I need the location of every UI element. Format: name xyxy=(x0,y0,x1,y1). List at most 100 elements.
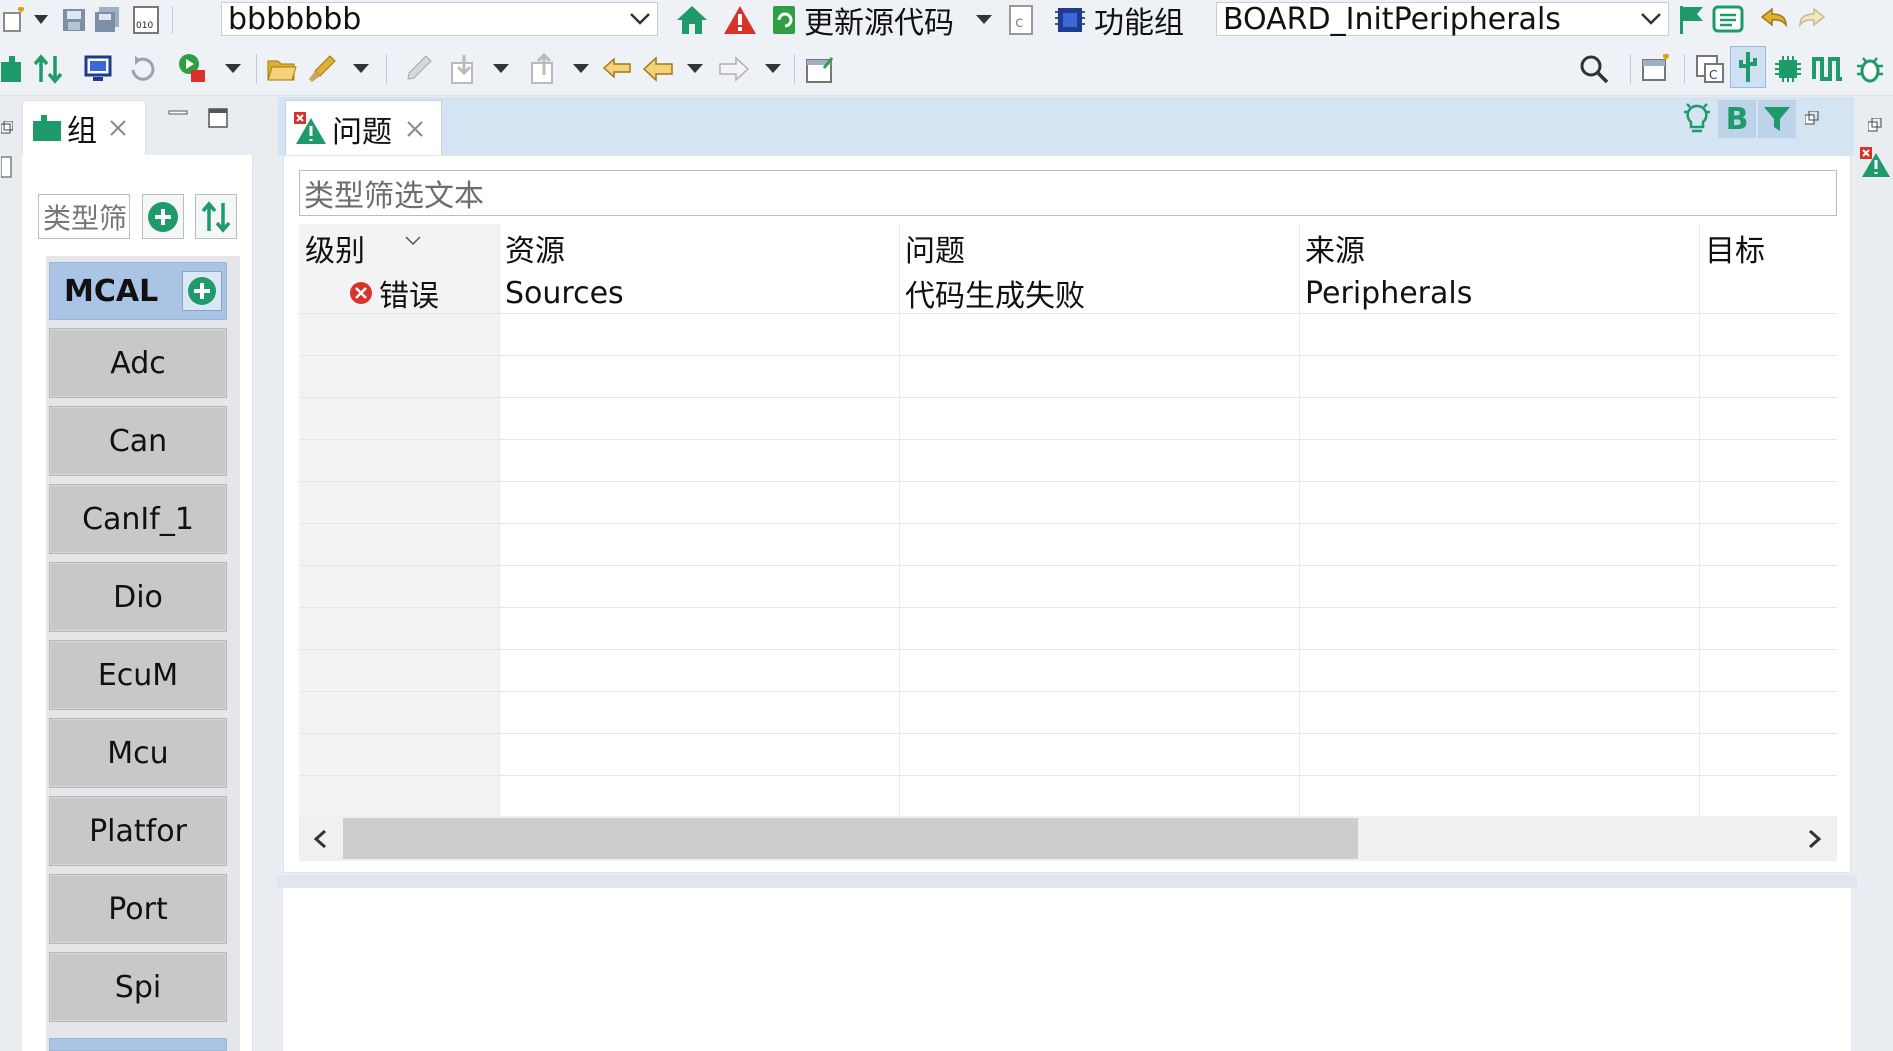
restore-icon[interactable] xyxy=(1802,108,1822,128)
debug-run-icon[interactable] xyxy=(176,50,210,86)
dropdown-arrow-icon[interactable] xyxy=(350,52,372,86)
console-icon[interactable] xyxy=(1710,2,1746,38)
open-folder-icon[interactable] xyxy=(264,52,300,86)
next-category[interactable] xyxy=(49,1038,227,1051)
dropdown-arrow-icon[interactable] xyxy=(762,52,784,86)
add-component-button[interactable] xyxy=(142,194,184,239)
clocks-perspective-icon[interactable] xyxy=(1810,50,1846,88)
import-icon[interactable] xyxy=(446,52,482,86)
module-item[interactable]: EcuM xyxy=(49,640,227,710)
warning-icon[interactable] xyxy=(722,2,758,38)
open-perspective-icon[interactable] xyxy=(1638,50,1674,88)
module-item[interactable]: Adc xyxy=(49,328,227,398)
dropdown-arrow-icon[interactable] xyxy=(972,4,996,36)
new-file-icon[interactable] xyxy=(0,4,30,36)
debug-bug-icon[interactable] xyxy=(1852,50,1888,88)
home-icon[interactable] xyxy=(674,2,710,38)
maximize-icon[interactable] xyxy=(206,106,230,130)
pin-editor-icon[interactable] xyxy=(802,52,838,86)
close-icon[interactable] xyxy=(109,119,127,137)
module-item[interactable]: Dio xyxy=(49,562,227,632)
module-item[interactable]: CanIf_1 xyxy=(49,484,227,554)
category-mcal[interactable]: MCAL xyxy=(49,262,227,320)
pins-perspective-icon[interactable] xyxy=(1730,46,1766,88)
sort-button[interactable] xyxy=(195,194,237,239)
project-combo-value: bbbbbbb xyxy=(228,1,362,37)
module-item[interactable]: Can xyxy=(49,406,227,476)
scroll-right-icon[interactable] xyxy=(1800,822,1830,856)
function-group-value: BOARD_InitPeripherals xyxy=(1223,1,1561,37)
plugin-icon[interactable] xyxy=(0,52,22,86)
sort-descending-icon xyxy=(405,236,421,246)
refresh-icon[interactable] xyxy=(124,52,160,86)
component-filter-input[interactable]: 类型筛 xyxy=(38,194,130,239)
table-row[interactable]: 错误 Sources 代码生成失败 Peripherals xyxy=(299,272,1837,314)
table-row-empty xyxy=(299,566,1837,608)
undo-icon[interactable] xyxy=(1756,2,1792,38)
project-combo[interactable]: bbbbbbb xyxy=(221,1,658,37)
chevron-down-icon[interactable] xyxy=(1634,3,1668,35)
pen-icon[interactable] xyxy=(400,52,436,86)
add-module-button[interactable] xyxy=(182,271,222,311)
back-icon[interactable] xyxy=(640,52,676,86)
sort-icon[interactable] xyxy=(30,52,66,86)
tab-components[interactable]: 组 xyxy=(22,100,146,155)
function-group-combo[interactable]: BOARD_InitPeripherals xyxy=(1216,1,1669,37)
redo-icon[interactable] xyxy=(1794,2,1830,38)
svg-text:c: c xyxy=(1015,13,1023,31)
restore-icon[interactable] xyxy=(1865,115,1885,135)
chip-icon[interactable] xyxy=(1052,2,1088,38)
restore-icon[interactable] xyxy=(0,119,14,137)
search-icon[interactable] xyxy=(1574,50,1614,88)
table-row-empty xyxy=(299,314,1837,356)
column-header-resource[interactable]: 资源 xyxy=(499,224,899,272)
export-icon[interactable] xyxy=(526,52,562,86)
column-header-origin[interactable]: 来源 xyxy=(1299,224,1699,272)
update-code-icon[interactable] xyxy=(768,2,800,38)
column-header-target[interactable]: 目标 xyxy=(1699,224,1837,272)
chevron-down-icon[interactable] xyxy=(623,3,657,35)
module-item[interactable]: Spi xyxy=(49,952,227,1022)
binary-file-icon[interactable]: 010 xyxy=(130,4,162,36)
scrollbar-thumb[interactable] xyxy=(343,818,1358,859)
tab-problems-label: 问题 xyxy=(332,115,392,150)
dropdown-arrow-icon[interactable] xyxy=(570,52,592,86)
column-header-level[interactable]: 级别 xyxy=(299,224,499,272)
close-icon[interactable] xyxy=(406,120,424,138)
c-perspective-icon[interactable]: C xyxy=(1692,50,1728,88)
lightbulb-icon[interactable] xyxy=(1678,100,1716,138)
table-row-empty xyxy=(299,608,1837,650)
problems-icon[interactable] xyxy=(1859,145,1893,181)
module-item[interactable]: Mcu xyxy=(49,718,227,788)
level-text: 错误 xyxy=(379,279,439,314)
table-row-empty xyxy=(299,734,1837,776)
last-edit-icon[interactable] xyxy=(600,52,636,86)
table-row-empty xyxy=(299,692,1837,734)
category-label: MCAL xyxy=(64,273,159,309)
tab-problems[interactable]: 问题 xyxy=(285,100,442,157)
column-header-problem[interactable]: 问题 xyxy=(899,224,1299,272)
filter-icon[interactable] xyxy=(1758,100,1796,138)
scroll-left-icon[interactable] xyxy=(305,822,335,856)
module-item[interactable]: Port xyxy=(49,874,227,944)
editor-area xyxy=(283,888,1851,1051)
module-item[interactable]: Platfor xyxy=(49,796,227,866)
forward-icon[interactable] xyxy=(716,52,752,86)
dropdown-arrow-icon[interactable] xyxy=(684,52,706,86)
c-file-icon[interactable]: c xyxy=(1006,4,1036,36)
bold-filter-icon[interactable]: B xyxy=(1718,100,1756,138)
problems-filter-input[interactable]: 类型筛选文本 xyxy=(299,170,1837,216)
brush-icon[interactable] xyxy=(304,52,340,86)
dropdown-arrow-icon[interactable] xyxy=(30,4,52,36)
tab-components-label: 组 xyxy=(67,114,97,149)
flag-icon[interactable] xyxy=(1674,2,1708,38)
update-code-label[interactable]: 更新源代码 xyxy=(804,0,954,41)
minimize-icon[interactable] xyxy=(166,104,190,124)
save-icon[interactable] xyxy=(58,4,90,36)
minimized-view-icon[interactable] xyxy=(0,153,14,181)
monitor-icon[interactable] xyxy=(80,52,116,86)
dropdown-arrow-icon[interactable] xyxy=(490,52,512,86)
peripherals-perspective-icon[interactable] xyxy=(1770,50,1806,88)
save-all-icon[interactable] xyxy=(91,4,123,36)
dropdown-arrow-icon[interactable] xyxy=(222,52,244,86)
